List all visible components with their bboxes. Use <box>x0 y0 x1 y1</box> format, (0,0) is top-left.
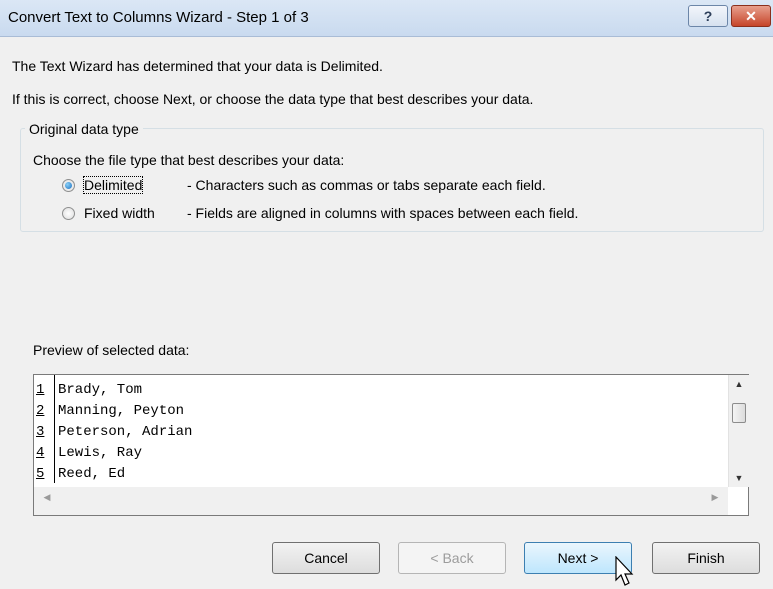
window-title: Convert Text to Columns Wizard - Step 1 … <box>8 9 309 26</box>
help-icon: ? <box>703 8 713 24</box>
vertical-scrollbar[interactable]: ▲ ▼ <box>728 375 749 487</box>
row-number: 2 <box>36 403 45 419</box>
close-icon: ✕ <box>745 8 757 24</box>
intro-line-2: If this is correct, choose Next, or choo… <box>12 91 534 107</box>
row-text: Reed, Ed <box>58 466 126 482</box>
scroll-left-arrow-icon[interactable]: ◀ <box>38 487 56 507</box>
preview-label: Preview of selected data: <box>33 342 190 358</box>
file-type-prompt: Choose the file type that best describes… <box>33 152 345 168</box>
cancel-button[interactable]: Cancel <box>272 542 380 574</box>
mouse-pointer-icon <box>615 556 634 586</box>
back-button[interactable]: < Back <box>398 542 506 574</box>
finish-button[interactable]: Finish <box>652 542 760 574</box>
fixed-width-label[interactable]: Fixed width <box>84 205 155 221</box>
delimited-description: - Characters such as commas or tabs sepa… <box>187 177 546 193</box>
row-text: Peterson, Adrian <box>58 424 193 440</box>
group-legend: Original data type <box>25 121 143 137</box>
row-number: 1 <box>36 382 45 398</box>
scroll-right-arrow-icon[interactable]: ▶ <box>706 487 724 507</box>
row-number: 5 <box>36 466 45 482</box>
row-number: 4 <box>36 445 45 461</box>
scroll-down-arrow-icon[interactable]: ▼ <box>729 469 749 487</box>
scroll-up-arrow-icon[interactable]: ▲ <box>729 375 749 393</box>
fixed-width-description: - Fields are aligned in columns with spa… <box>187 205 579 221</box>
data-preview[interactable]: 1 Brady, Tom 2 Manning, Peyton 3 Peterso… <box>33 374 749 516</box>
close-button[interactable]: ✕ <box>731 5 771 27</box>
row-text: Manning, Peyton <box>58 403 185 419</box>
title-bar: Convert Text to Columns Wizard - Step 1 … <box>0 0 773 37</box>
delimited-radio[interactable] <box>62 179 75 192</box>
delimited-label[interactable]: Delimited <box>82 176 144 194</box>
scroll-thumb[interactable] <box>732 403 746 423</box>
help-button[interactable]: ? <box>688 5 728 27</box>
intro-line-1: The Text Wizard has determined that your… <box>12 58 383 74</box>
fixed-width-radio[interactable] <box>62 207 75 220</box>
horizontal-scrollbar[interactable]: ◀ ▶ <box>34 487 728 515</box>
row-text: Lewis, Ray <box>58 445 143 461</box>
row-text: Brady, Tom <box>58 382 143 398</box>
row-number: 3 <box>36 424 45 440</box>
